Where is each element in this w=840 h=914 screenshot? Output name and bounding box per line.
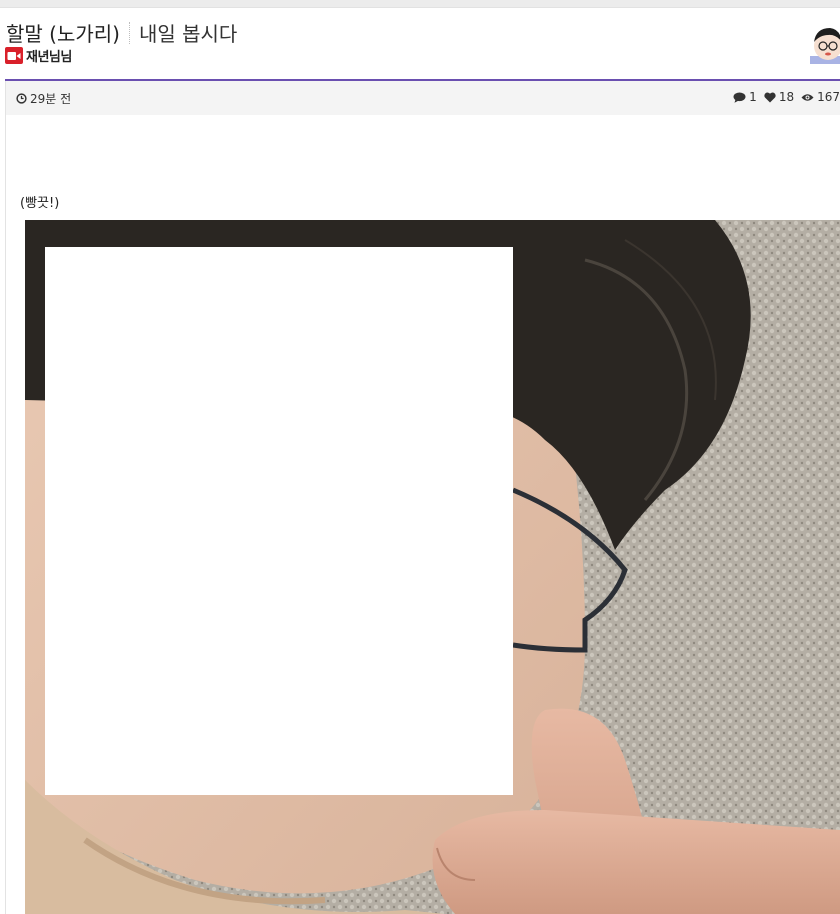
browser-top-strip: [0, 0, 840, 8]
post-time: 29분 전: [16, 90, 71, 107]
camera-icon: [5, 47, 23, 64]
post-photo[interactable]: [25, 220, 840, 914]
eye-icon: [801, 93, 814, 101]
author-name[interactable]: 재년님님: [26, 46, 72, 65]
title-row: 할말 (노가리) 내일 봅시다: [6, 18, 237, 47]
title-separator: [128, 21, 131, 44]
post-title: 내일 봅시다: [138, 22, 238, 46]
board-name[interactable]: 할말 (노가리): [6, 18, 120, 47]
heart-icon: [764, 92, 776, 102]
post-stats: 1 18 167: [726, 90, 840, 104]
time-ago: 29분 전: [30, 92, 72, 106]
view-count: 167: [801, 90, 840, 104]
like-count-value: 18: [778, 90, 795, 104]
comment-count-value: 1: [749, 90, 757, 104]
meta-bar: 29분 전 1 18 167: [6, 81, 840, 115]
author-row[interactable]: 재년님님: [5, 46, 72, 65]
comment-icon: [733, 92, 746, 103]
like-count[interactable]: 18: [764, 90, 794, 104]
clock-icon: [16, 93, 27, 104]
post-header: 할말 (노가리) 내일 봅시다 재년님님: [0, 8, 840, 80]
content-left-border: [5, 80, 6, 914]
redaction-box: [45, 247, 513, 795]
view-count-value: 167: [817, 90, 840, 104]
post-body-text: (빵끗!): [20, 196, 60, 211]
comment-count[interactable]: 1: [733, 90, 757, 104]
avatar[interactable]: [808, 22, 840, 64]
